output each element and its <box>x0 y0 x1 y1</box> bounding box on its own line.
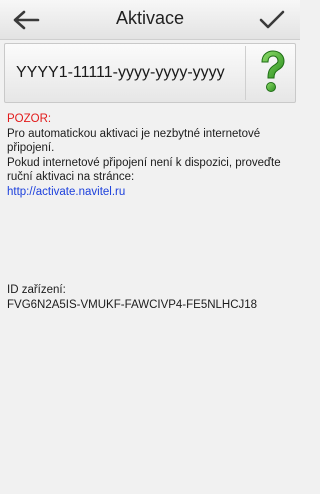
warning-label: POZOR: <box>7 113 52 125</box>
help-button[interactable] <box>250 46 294 100</box>
divider <box>245 46 246 100</box>
back-button[interactable] <box>6 4 46 36</box>
activation-key-input[interactable] <box>5 44 245 102</box>
arrow-left-icon <box>13 10 40 30</box>
device-id-value: FVG6N2A5IS-VMUKF-FAWCIVP4-FE5NLHCJ18 <box>7 298 258 311</box>
activation-key-box <box>4 43 296 103</box>
page-title: Aktivace <box>115 8 185 28</box>
question-mark-icon <box>261 50 285 92</box>
activation-info: POZOR: Pro automatickou aktivaci je nezb… <box>7 112 295 199</box>
activation-link[interactable]: http://activate.navitel.ru <box>7 185 295 200</box>
confirm-button[interactable] <box>252 4 292 36</box>
device-id-label: ID zařízení: <box>7 284 66 296</box>
device-id-section: ID zařízení: FVG6N2A5IS-VMUKF-FAWCIVP4-F… <box>7 283 295 312</box>
info-text-2: Pokud internetové připojení není k dispo… <box>7 156 281 184</box>
checkmark-icon <box>259 10 285 29</box>
info-text-1: Pro automatickou aktivaci je nezbytné in… <box>7 127 261 155</box>
title-bar: Aktivace <box>0 0 300 40</box>
